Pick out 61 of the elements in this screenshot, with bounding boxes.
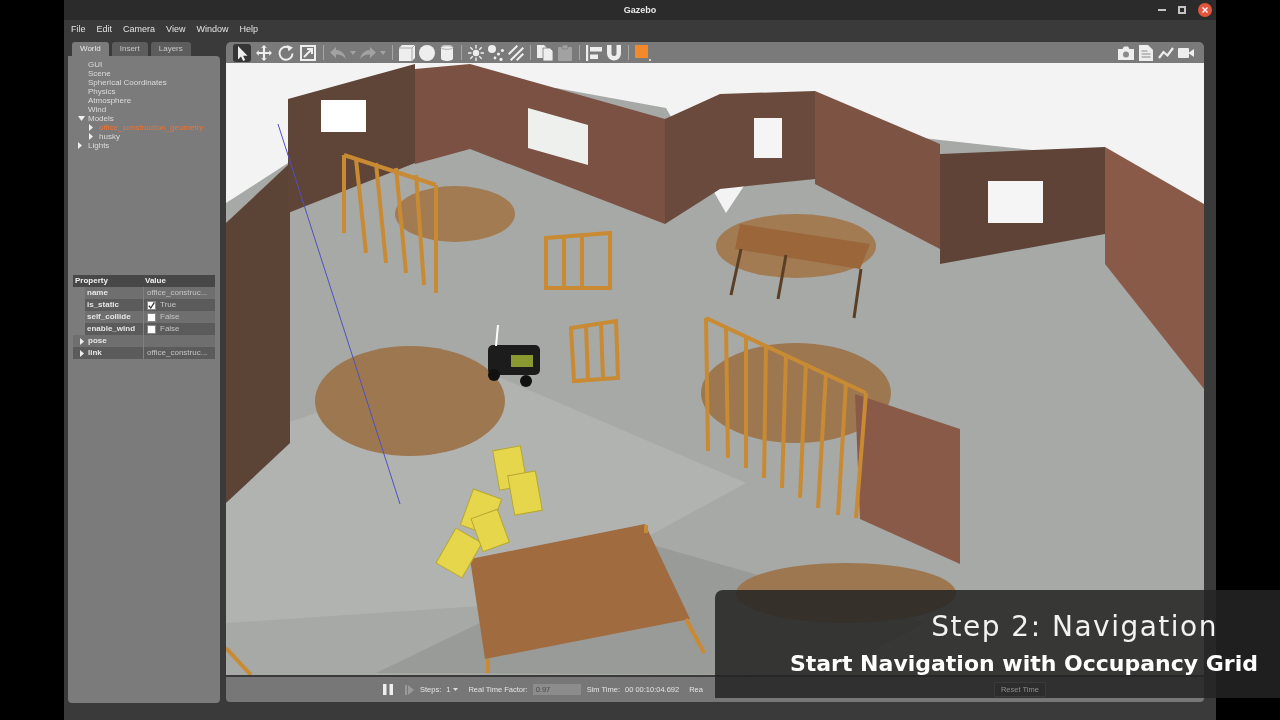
column-header: Value [144,276,167,286]
maximize-button[interactable] [1178,6,1186,14]
spotlight-icon[interactable] [488,44,504,61]
property-name: pose [88,336,107,346]
tree-item[interactable]: Wind [76,105,107,114]
tree-item[interactable]: Models [76,114,114,123]
cube-icon[interactable] [399,44,415,61]
property-name: enable_wind [87,324,135,334]
tab[interactable]: Layers [150,42,191,56]
tree-item[interactable]: GUI [76,60,103,69]
caret-right-icon[interactable] [80,337,84,345]
tab[interactable]: Insert [111,42,148,56]
tree-item[interactable]: Lights [76,141,110,150]
slanted-lines-icon[interactable] [508,44,524,61]
cylinder-icon[interactable] [439,44,455,61]
sphere-icon[interactable] [419,44,435,61]
tab[interactable]: World [72,42,109,56]
tree-item[interactable]: Physics [76,87,116,96]
document-icon[interactable] [1138,44,1154,61]
move-arrows-icon[interactable] [255,43,273,62]
property-value: True [160,300,177,310]
menu-item[interactable]: Window [196,23,229,35]
magnet-icon[interactable] [606,44,622,61]
property-name: name [87,288,108,298]
property-value: False [160,312,180,322]
caption-title: Step 2: Navigation [931,610,1219,644]
property-name: self_collide [87,312,131,322]
caret-icon[interactable] [453,688,459,691]
menu-item[interactable]: Edit [96,23,113,35]
checkbox[interactable] [147,300,156,310]
property-value: False [160,324,180,334]
camera-icon[interactable] [1118,44,1134,61]
close-button[interactable] [1198,3,1212,17]
sun-icon[interactable] [468,44,484,61]
caret-right-icon[interactable] [89,124,93,131]
tree-item[interactable]: Spherical Coordinates [76,78,167,87]
window-title: Gazebo [623,4,657,16]
tree-item[interactable]: Atmosphere [76,96,132,105]
caret-right-icon[interactable] [89,133,93,140]
property-value: office_construc... [147,348,208,358]
caret-right-icon[interactable] [78,142,82,149]
property-value: office_construc... [147,288,208,298]
property-name: is_static [87,300,120,310]
menu-item[interactable]: Camera [123,23,156,35]
caption-subtitle: Start Navigation with Occupancy Grid [789,650,1259,678]
menu-item[interactable]: File [71,23,86,35]
column-header: Property [74,276,109,286]
align-left-icon[interactable] [586,44,602,61]
caret-right-icon[interactable] [80,349,84,357]
pause-icon[interactable] [383,684,393,695]
property-name: link [88,348,102,358]
tree-item[interactable]: husky [87,132,120,141]
menu-item[interactable]: View [166,23,186,35]
rotate-icon[interactable] [277,43,295,62]
checkbox[interactable] [147,312,156,322]
scale-icon[interactable] [299,43,317,62]
menu-item[interactable]: Help [239,23,258,35]
tree-item[interactable]: Scene [76,69,111,78]
caret-down-icon[interactable] [78,116,85,121]
checkbox[interactable] [147,324,156,334]
pages-icon[interactable] [537,44,553,61]
